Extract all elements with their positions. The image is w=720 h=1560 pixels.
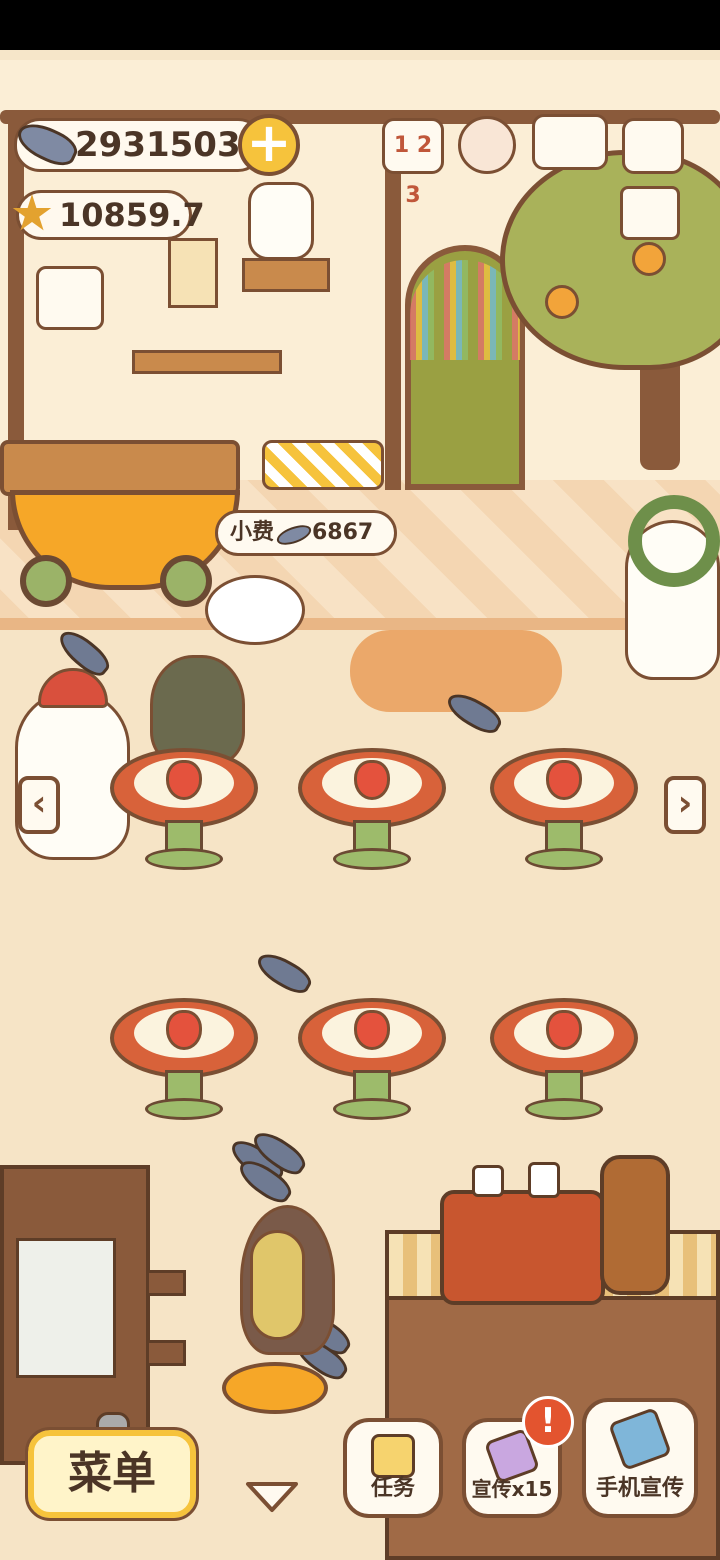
dessert-cart[interactable] [0,440,240,496]
wall-notice [168,238,218,308]
tasks-button[interactable]: 任务 [343,1418,443,1518]
phone-promote-button[interactable]: 手机宣传 [582,1398,698,1518]
strawberry-icon [354,1010,390,1050]
camera-icon[interactable] [622,118,684,174]
recipe-book-icon[interactable] [532,114,608,170]
menu-button[interactable]: 菜单 [25,1427,199,1521]
glass-rack [146,1340,186,1366]
settings-gear-icon[interactable] [458,116,516,174]
alert-badge-icon: ! [522,1396,574,1448]
christmas-wreath [628,495,720,587]
tree-fruit[interactable] [545,285,579,319]
dining-table[interactable] [298,998,446,1123]
coffee-grinder[interactable] [600,1155,670,1295]
tip-label: 小费 [230,520,275,545]
order-bubble [205,575,305,645]
espresso-machine[interactable] [440,1190,605,1305]
tip-value: 6867 [312,520,374,545]
strawberry-icon [354,760,390,800]
star-rating-pill: 10859.7 [16,190,205,240]
ranking-icon[interactable]: 1 2 3 [382,118,444,208]
fish-currency-value: 2931503 [75,125,241,165]
shelf-glass [16,1238,116,1378]
cat-shelf [242,258,330,292]
strawberry-icon [166,760,202,800]
dining-table[interactable] [298,748,446,873]
dining-table[interactable] [490,748,638,873]
wall-shelf [132,350,282,374]
add-currency-button[interactable]: + [238,114,300,176]
hedgehog-face [250,1230,305,1340]
scroll-left-arrow-icon[interactable]: ‹ [18,776,60,834]
scroll-right-arrow-icon[interactable]: › [664,776,706,834]
cart-wheel [160,555,212,607]
glass-rack [146,1270,186,1296]
shop-icon[interactable] [36,266,104,330]
phone-icon [607,1406,673,1472]
dining-table[interactable] [110,998,258,1123]
dining-table[interactable] [490,998,638,1123]
strawberry-icon [166,1010,202,1050]
coffee-cup [528,1162,560,1198]
star-rating-value: 10859.7 [59,196,205,234]
tip-fish-icon [274,521,314,549]
tip-bubble[interactable]: 小费 6867 [215,510,397,556]
cart-wheel [20,555,72,607]
tasks-label: 任务 [370,1476,415,1501]
collapse-down-icon[interactable] [244,1478,300,1514]
dining-table[interactable] [110,748,258,873]
lucky-cat-figure [248,182,314,260]
tree-fruit[interactable] [632,242,666,276]
strawberry-icon [546,760,582,800]
newspaper-icon[interactable] [620,186,680,240]
status-bar [0,0,720,50]
fish-basket[interactable] [262,440,384,490]
phone-promote-label: 手机宣传 [595,1476,684,1501]
coffee-cup [472,1165,504,1197]
pet-bowl[interactable] [222,1362,328,1414]
promote-label: 宣传x15 [471,1477,553,1501]
strawberry-icon [546,1010,582,1050]
